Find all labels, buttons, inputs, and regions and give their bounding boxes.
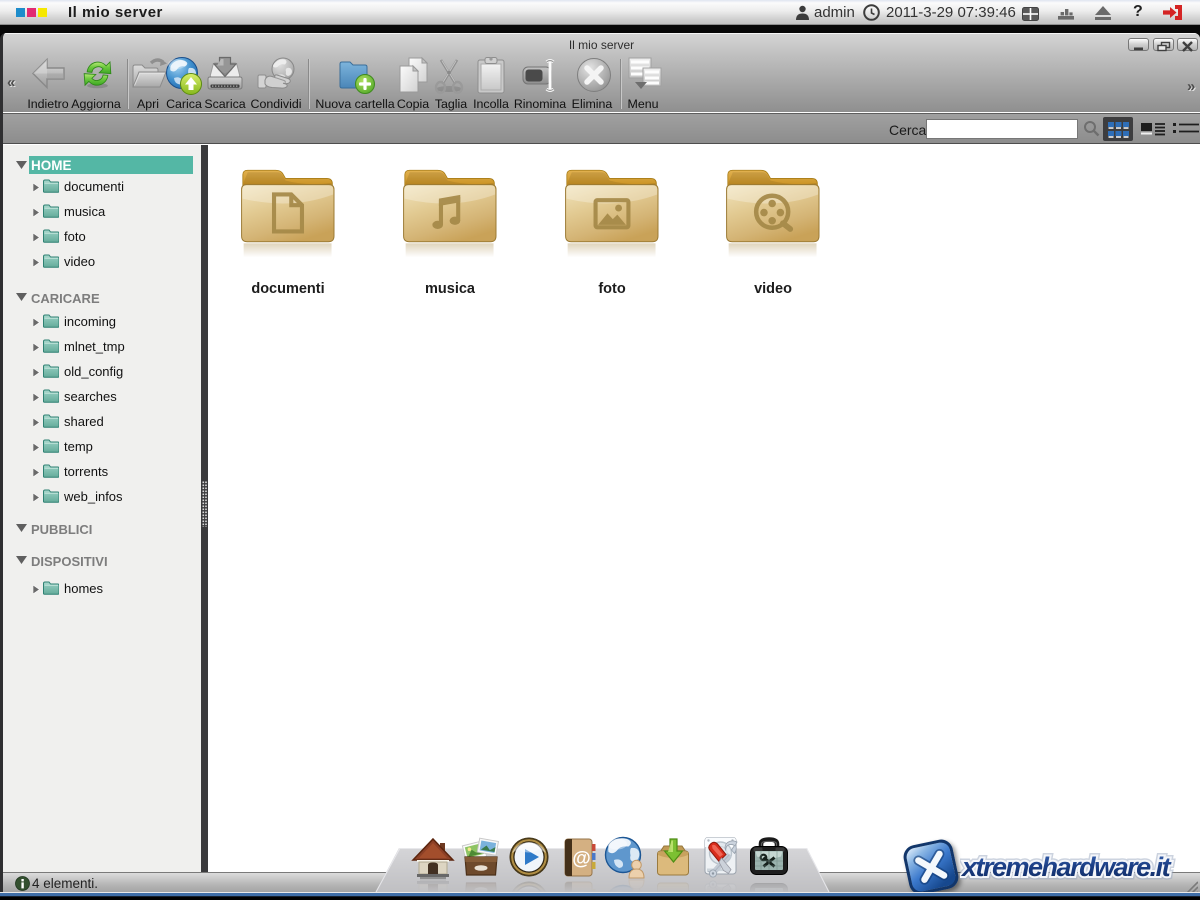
svg-text:xtremehardware.it: xtremehardware.it <box>960 852 1172 882</box>
